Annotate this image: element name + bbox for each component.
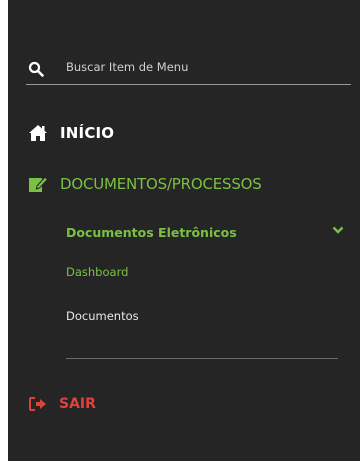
menu-item-inicio-label: INÍCIO [60, 124, 115, 142]
menu-item-sair[interactable]: SAIR [26, 392, 96, 416]
chevron-down-icon [332, 226, 344, 234]
menu-item-documentos-processos[interactable]: DOCUMENTOS/PROCESSOS [26, 170, 262, 198]
menu-divider [66, 358, 338, 359]
menu-item-inicio[interactable]: INÍCIO [26, 120, 114, 146]
search-input[interactable] [66, 52, 336, 82]
submenu-item-documentos-label: Documentos [66, 309, 139, 323]
sidebar-menu: INÍCIO DOCUMENTOS/PROCESSOS Documentos E… [8, 0, 360, 461]
menu-item-sair-label: SAIR [59, 396, 96, 412]
menu-item-documentos-processos-label: DOCUMENTOS/PROCESSOS [60, 175, 262, 193]
menu-search [26, 52, 351, 85]
sign-out-icon [29, 397, 46, 411]
search-icon [28, 61, 44, 77]
edit-document-icon [29, 176, 48, 192]
submenu-item-dashboard[interactable]: Dashboard [66, 262, 128, 282]
home-icon [29, 125, 47, 141]
submenu-documentos-eletronicos-label: Documentos Eletrônicos [66, 224, 237, 240]
submenu-item-dashboard-label: Dashboard [66, 265, 129, 279]
submenu-documentos-eletronicos[interactable]: Documentos Eletrônicos [66, 222, 346, 242]
submenu-item-documentos[interactable]: Documentos [66, 306, 139, 326]
